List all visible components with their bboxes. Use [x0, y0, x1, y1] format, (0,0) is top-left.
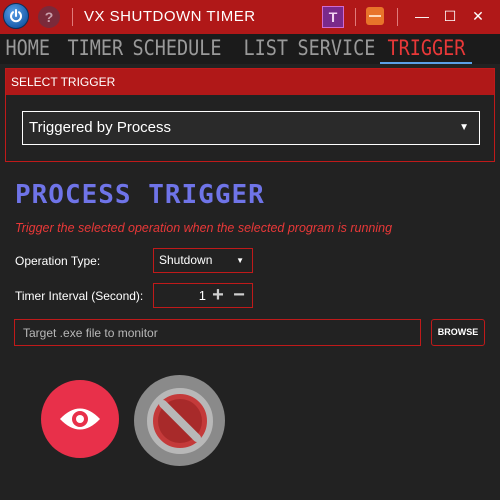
- trigger-select[interactable]: Triggered by Process ▼: [22, 111, 480, 145]
- tab-home[interactable]: HOME: [2, 34, 54, 64]
- target-file-input[interactable]: [14, 319, 421, 346]
- maximize-button[interactable]: ☐: [438, 4, 462, 28]
- help-icon[interactable]: ?: [38, 6, 60, 28]
- minimize-button[interactable]: —: [410, 4, 434, 28]
- chevron-down-icon: ▼: [459, 122, 469, 133]
- power-icon[interactable]: [3, 3, 29, 29]
- select-trigger-panel: SELECT TRIGGER Triggered by Process ▼: [5, 68, 495, 162]
- start-monitor-button[interactable]: [41, 380, 119, 458]
- tab-schedule[interactable]: SCHEDULE: [129, 34, 225, 64]
- section-title: PROCESS TRIGGER: [15, 180, 265, 210]
- operation-type-select[interactable]: Shutdown ▼: [153, 248, 253, 273]
- tab-timer[interactable]: TIMER: [64, 34, 127, 64]
- browse-button[interactable]: BROWSE: [431, 319, 485, 346]
- eye-icon: [60, 408, 100, 430]
- main-nav: HOME TIMER SCHEDULE LIST SERVICE TRIGGER: [0, 34, 500, 64]
- chevron-down-icon: ▼: [236, 256, 244, 265]
- close-button[interactable]: ✕: [466, 4, 490, 28]
- tab-trigger[interactable]: TRIGGER: [384, 34, 469, 64]
- tab-list[interactable]: LIST: [240, 34, 292, 64]
- t-icon-button[interactable]: T: [322, 6, 344, 28]
- title-separator: [72, 8, 73, 26]
- title-bar: ? VX SHUTDOWN TIMER T — ☐ ✕: [0, 0, 500, 34]
- active-tab-indicator: [380, 62, 472, 64]
- timer-interval-stepper[interactable]: 1 + −: [153, 283, 253, 308]
- tab-service[interactable]: SERVICE: [294, 34, 379, 64]
- app-title: VX SHUTDOWN TIMER: [84, 8, 256, 25]
- section-description: Trigger the selected operation when the …: [15, 221, 393, 235]
- trigger-select-value: Triggered by Process: [29, 119, 172, 136]
- power-glyph: [10, 9, 22, 23]
- mini-mode-button[interactable]: [366, 7, 384, 25]
- timer-interval-value: 1: [198, 288, 206, 303]
- stop-monitor-button[interactable]: [134, 375, 225, 466]
- timer-interval-label: Timer Interval (Second):: [15, 289, 144, 303]
- prohibited-icon: [146, 387, 213, 454]
- title-separator: [355, 8, 356, 26]
- minus-icon[interactable]: −: [229, 285, 249, 305]
- operation-type-value: Shutdown: [159, 253, 213, 267]
- operation-type-label: Operation Type:: [15, 254, 101, 268]
- plus-icon[interactable]: +: [208, 285, 228, 305]
- panel-header: SELECT TRIGGER: [6, 69, 494, 95]
- title-separator: [397, 8, 398, 26]
